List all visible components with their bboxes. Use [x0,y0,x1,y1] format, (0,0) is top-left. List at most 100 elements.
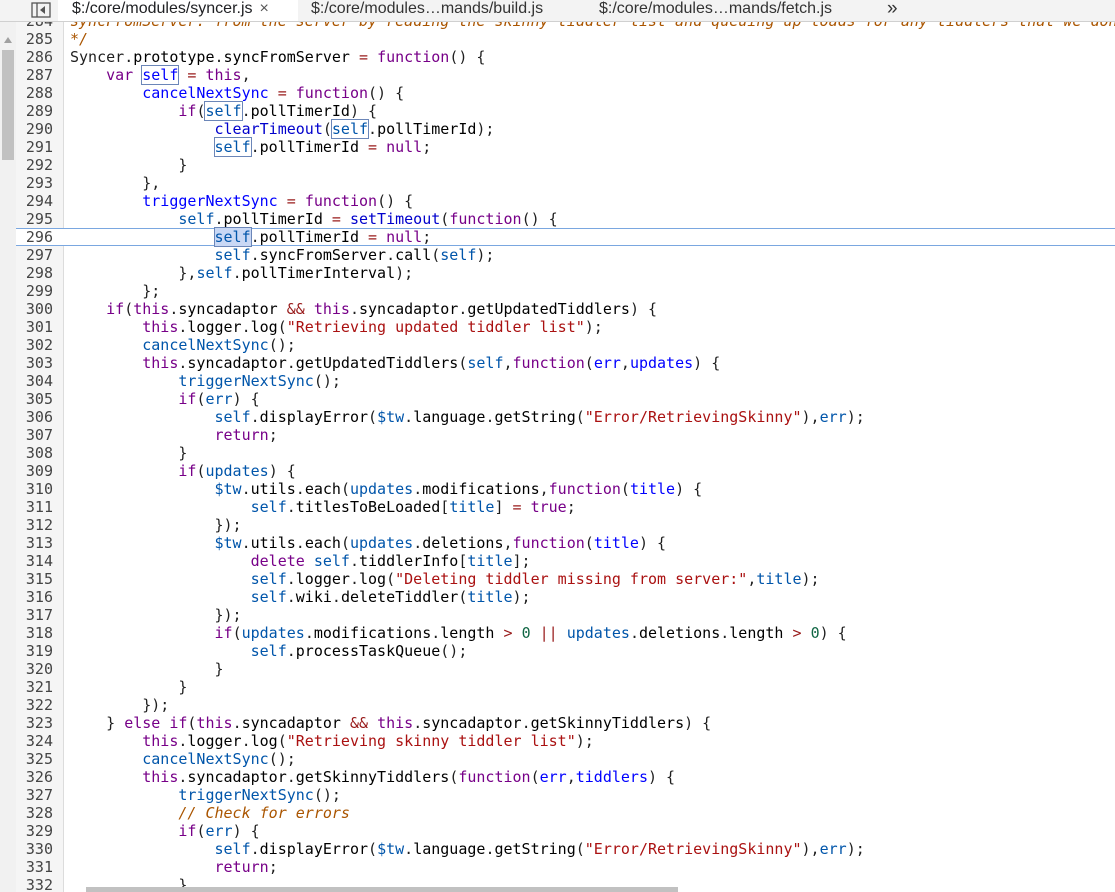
code-line[interactable]: 290 clearTimeout(self.pollTimerId); [16,119,1115,139]
code-line[interactable]: 285 */ [16,30,1115,48]
code-token: ; [422,138,432,156]
code-line[interactable]: 326 this.syncadaptor.getSkinnyTiddlers(f… [16,768,1115,786]
code-line[interactable]: 317 }); [16,606,1115,624]
sidebar-toggle-icon[interactable] [30,0,52,20]
code-token: cancelNextSync [142,336,269,354]
code-token: = [277,84,287,102]
code-line[interactable]: 331 return; [16,858,1115,876]
tab-fetch-js[interactable]: $:/core/modules…mands/fetch.js [599,0,832,21]
horizontal-scrollbar-thumb[interactable] [86,887,678,892]
code-line[interactable]: 293 }, [16,174,1115,192]
code-line[interactable]: 320 } [16,660,1115,678]
chevron-double-right-icon[interactable]: » [887,0,898,18]
code-line[interactable]: 327 triggerNextSync(); [16,786,1115,804]
line-source: }, [70,174,160,192]
line-source: triggerNextSync = function() { [70,192,413,210]
code-line[interactable]: 292 } [16,156,1115,174]
code-line[interactable]: 319 self.processTaskQueue(); [16,642,1115,660]
code-line[interactable]: 329 if(err) { [16,822,1115,840]
code-line[interactable]: 300 if(this.syncadaptor && this.syncadap… [16,300,1115,318]
vertical-scrollbar-thumb[interactable] [2,50,14,160]
code-token: updates [205,462,269,480]
code-line[interactable]: 297 self.syncFromServer.call(self); [16,246,1115,264]
code-token: language [413,408,486,426]
code-token: (); [268,336,296,354]
code-line[interactable]: 296 self.pollTimerId = null; [16,227,1115,247]
code-token: syncFromServer [223,48,350,66]
code-line[interactable]: 291 self.pollTimerId = null; [16,137,1115,157]
code-line[interactable]: 286 Syncer.prototype.syncFromServer = fun… [16,48,1115,66]
code-line[interactable]: 288 cancelNextSync = function() { [16,84,1115,102]
code-line[interactable]: 306 self.displayError($tw.language.getSt… [16,408,1115,426]
code-line[interactable]: 310 $tw.utils.each(updates.modifications… [16,480,1115,498]
code-token: "Error/RetrievingSkinny" [584,408,802,426]
tab-syncer-js[interactable]: $:/core/modules/syncer.js × [58,0,298,21]
code-line[interactable]: 325 cancelNextSync(); [16,750,1115,768]
code-line[interactable]: 287 var self = this, [16,65,1115,85]
code-token: ( [386,570,396,588]
code-token: = [359,48,369,66]
code-token: ; [566,498,576,516]
code-token: each [304,534,341,552]
code-token: ( [124,300,134,318]
line-source: var self = this, [70,65,251,85]
code-token: self [440,246,477,264]
code-line[interactable]: 311 self.titlesToBeLoaded[title] = true; [16,498,1115,516]
code-line[interactable]: 294 triggerNextSync = function() { [16,192,1115,210]
code-line[interactable]: 324 this.logger.log("Retrieving skinny t… [16,732,1115,750]
code-token: ( [368,408,378,426]
code-token: } [70,678,188,696]
scroll-up-arrow-icon[interactable] [4,37,12,43]
code-line[interactable]: 328 // Check for errors [16,804,1115,822]
code-token: && [349,714,369,732]
code-token: call [395,246,432,264]
code-line[interactable]: 302 cancelNextSync(); [16,336,1115,354]
code-line[interactable]: 312 }); [16,516,1115,534]
line-source: if(updates) { [70,462,295,480]
code-line[interactable]: 284 syncFromServer: from the server by re… [16,22,1115,30]
line-number: 295 [25,210,53,228]
code-line[interactable]: 313 $tw.utils.each(updates.deletions,fun… [16,534,1115,552]
code-token: . [250,228,260,246]
tab-build-js[interactable]: $:/core/modules…mands/build.js [311,0,543,21]
close-icon[interactable]: × [260,0,269,17]
code-token: title [467,552,513,570]
code-line[interactable]: 298 },self.pollTimerInterval); [16,264,1115,282]
code-token: setTimeout [349,210,441,228]
code-line[interactable]: 316 self.wiki.deleteTiddler(title); [16,588,1115,606]
code-line[interactable]: 314 delete self.tiddlerInfo[title]; [16,552,1115,570]
code-line[interactable]: 295 self.pollTimerId = setTimeout(functi… [16,210,1115,228]
code-editor[interactable]: 284 syncFromServer: from the server by re… [0,22,1115,892]
code-line[interactable]: 321 } [16,678,1115,696]
code-line[interactable]: 315 self.logger.log("Deleting tiddler mi… [16,570,1115,588]
tab-label: $:/core/modules…mands/fetch.js [599,0,832,17]
code-line[interactable]: 304 triggerNextSync(); [16,372,1115,390]
code-token: . [232,264,242,282]
code-token: syncadaptor [187,768,287,786]
code-token: var [106,66,134,84]
code-line[interactable]: 305 if(err) { [16,390,1115,408]
code-line[interactable]: 299 }; [16,282,1115,300]
line-source: self.pollTimerId = setTimeout(function()… [70,210,557,228]
code-token: logger [295,570,350,588]
vertical-scrollbar[interactable] [0,22,16,892]
code-line[interactable]: 303 this.syncadaptor.getUpdatedTiddlers(… [16,354,1115,372]
code-line[interactable]: 323 } else if(this.syncadaptor && this.s… [16,714,1115,732]
code-token: ( [277,732,287,750]
code-line[interactable]: 309 if(updates) { [16,462,1115,480]
code-line[interactable]: 307 return; [16,426,1115,444]
code-line[interactable]: 330 self.displayError($tw.language.getSt… [16,840,1115,858]
line-number: 297 [25,246,53,264]
code-line[interactable]: 301 this.logger.log("Retrieving updated … [16,318,1115,336]
code-token: displayError [259,840,369,858]
code-line[interactable]: 308 } [16,444,1115,462]
line-number: 313 [25,534,53,552]
code-line[interactable]: 289 if(self.pollTimerId) { [16,101,1115,121]
line-source: cancelNextSync(); [70,750,296,768]
line-number: 290 [25,120,53,138]
code-line[interactable]: 318 if(updates.modifications.length > 0 … [16,624,1115,642]
code-token: . [349,552,359,570]
code-line[interactable]: 322 }); [16,696,1115,714]
